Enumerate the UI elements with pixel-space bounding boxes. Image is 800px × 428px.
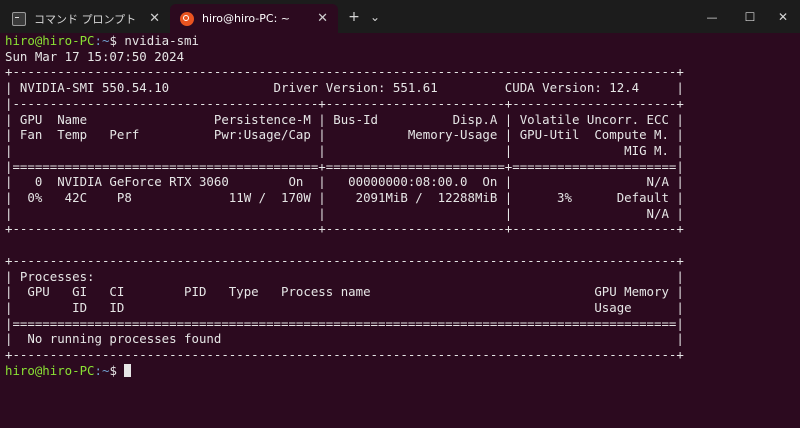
smi-line: +---------------------------------------…: [5, 347, 684, 363]
smi-line: |=======================================…: [5, 158, 684, 174]
smi-line: | | | N/A |: [5, 205, 684, 221]
nvidia-smi-output: +---------------------------------------…: [5, 64, 684, 362]
terminal-area[interactable]: hiro@hiro-PC:~$ nvidia-smi Sun Mar 17 15…: [0, 33, 800, 428]
tab-ubuntu-shell[interactable]: hiro@hiro-PC: ~ ✕: [170, 4, 338, 33]
tab-dropdown-button[interactable]: ⌄: [366, 4, 384, 30]
prompt-user-host: hiro@hiro-PC: [5, 33, 95, 48]
text-cursor: [124, 363, 132, 377]
smi-line: | | | MIG M. |: [5, 142, 684, 158]
maximize-button[interactable]: ☐: [732, 4, 768, 30]
smi-line: +---------------------------------------…: [5, 64, 684, 80]
prompt-path: :~: [94, 33, 110, 48]
command-line: hiro@hiro-PC:~$ nvidia-smi: [5, 33, 199, 48]
close-button[interactable]: ✕: [768, 4, 798, 30]
tab-command-prompt[interactable]: コマンド プロンプト ✕: [2, 4, 170, 33]
new-tab-button[interactable]: +: [344, 4, 364, 30]
smi-line: | 0 NVIDIA GeForce RTX 3060 On | 0000000…: [5, 174, 684, 190]
ubuntu-icon: [180, 11, 194, 26]
tab-label: hiro@hiro-PC: ~: [202, 12, 290, 25]
command-line-current[interactable]: hiro@hiro-PC:~$: [5, 362, 132, 378]
prompt-path: :~: [94, 362, 110, 378]
smi-line: |---------------------------------------…: [5, 95, 684, 111]
smi-line: | Fan Temp Perf Pwr:Usage/Cap | Memory-U…: [5, 127, 684, 143]
tab-label: コマンド プロンプト: [34, 12, 137, 26]
minimize-button[interactable]: —: [692, 4, 732, 30]
smi-line: | GPU Name Persistence-M | Bus-Id Disp.A…: [5, 111, 684, 127]
smi-line: |=======================================…: [5, 315, 684, 331]
terminal-output: hiro@hiro-PC:~$ nvidia-smi Sun Mar 17 15…: [5, 33, 684, 378]
smi-line: | 0% 42C P8 11W / 170W | 2091MiB / 12288…: [5, 190, 684, 206]
smi-line: | NVIDIA-SMI 550.54.10 Driver Version: 5…: [5, 80, 684, 96]
prompt-symbol: $: [109, 33, 125, 48]
tab-close-icon[interactable]: ✕: [149, 11, 160, 26]
tab-close-icon[interactable]: ✕: [317, 11, 328, 26]
smi-line: +---------------------------------------…: [5, 221, 684, 237]
date-output: Sun Mar 17 15:07:50 2024: [5, 48, 185, 64]
smi-line: | No running processes found |: [5, 331, 684, 347]
smi-line: | ID ID Usage |: [5, 299, 684, 315]
smi-line: | Processes: |: [5, 268, 684, 284]
smi-line: +---------------------------------------…: [5, 252, 684, 268]
command-text: nvidia-smi: [124, 33, 199, 48]
cmd-prompt-icon: [12, 11, 26, 26]
prompt-symbol: $: [109, 362, 125, 378]
smi-line: | GPU GI CI PID Type Process name GPU Me…: [5, 284, 684, 300]
title-bar: コマンド プロンプト ✕ hiro@hiro-PC: ~ ✕ + ⌄ — ☐ ✕: [0, 0, 800, 33]
prompt-user-host: hiro@hiro-PC: [5, 362, 95, 378]
